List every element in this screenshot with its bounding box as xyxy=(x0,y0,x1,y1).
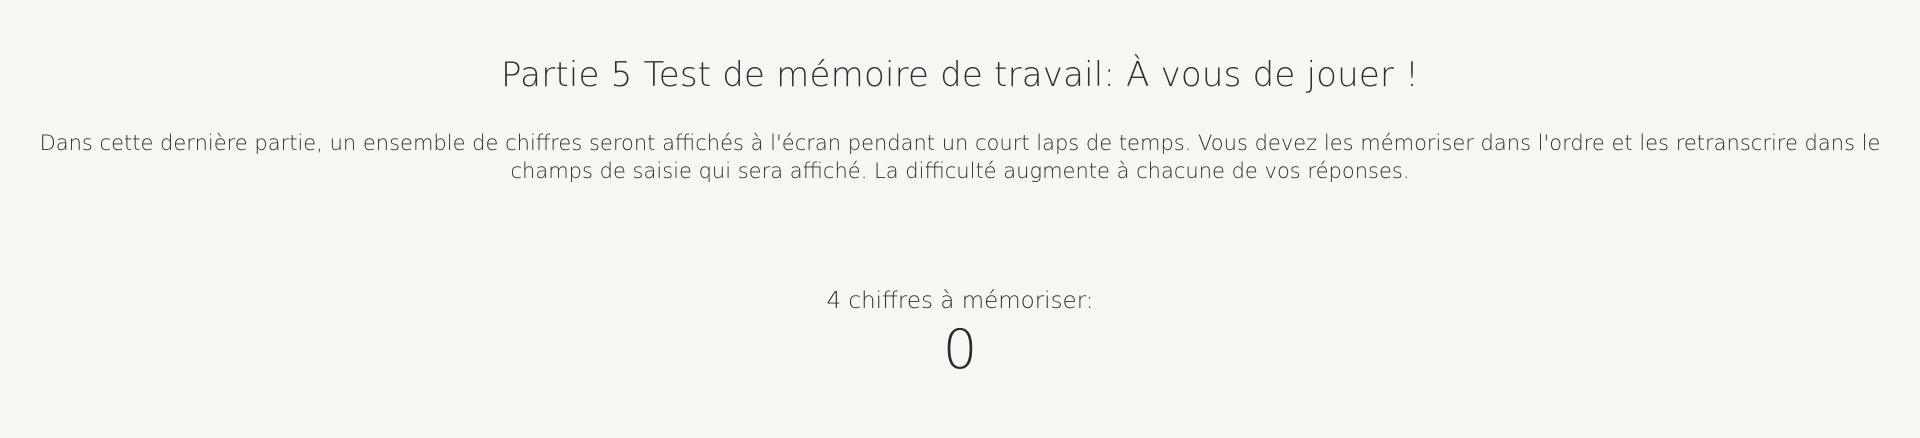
instructions-paragraph: Dans cette dernière partie, un ensemble … xyxy=(0,129,1920,185)
page: Partie 5 Test de mémoire de travail: À v… xyxy=(0,0,1920,438)
instructions-line: champs de saisie qui sera affiché. La di… xyxy=(510,159,1410,183)
displayed-digit: 0 xyxy=(942,318,978,381)
instructions-line: Dans cette dernière partie, un ensemble … xyxy=(39,131,1881,155)
digits-count-label: 4 chiffres à mémoriser: xyxy=(826,288,1094,314)
page-title: Partie 5 Test de mémoire de travail: À v… xyxy=(500,55,1420,95)
